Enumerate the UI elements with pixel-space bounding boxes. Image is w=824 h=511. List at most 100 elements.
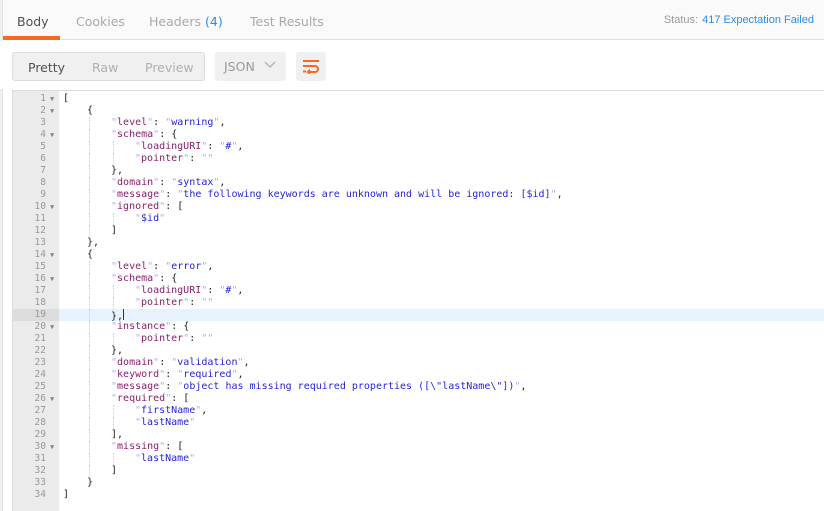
indent-guide bbox=[89, 273, 90, 285]
indent-guide bbox=[89, 453, 90, 465]
code-line: 30 ▼ "missing": [ bbox=[13, 441, 824, 453]
json-key: pointer bbox=[141, 333, 184, 344]
json-punctuation: , bbox=[237, 141, 244, 152]
fold-toggle-icon[interactable]: ▼ bbox=[50, 321, 58, 333]
indent-guide bbox=[89, 297, 90, 309]
tab-headers[interactable]: Headers (4) bbox=[149, 14, 223, 29]
tab-test-results-label: Test Results bbox=[250, 14, 324, 29]
fold-toggle-icon[interactable]: ▼ bbox=[50, 273, 58, 285]
indent-guide bbox=[89, 213, 90, 225]
code-text: "schema": { bbox=[111, 273, 177, 285]
headers-count-badge: (4) bbox=[205, 14, 223, 29]
tab-body[interactable]: Body bbox=[17, 14, 49, 29]
json-string: syntax bbox=[177, 177, 214, 188]
indent-guide bbox=[89, 129, 90, 141]
json-punctuation: }, bbox=[111, 165, 124, 176]
line-number: 18 bbox=[34, 297, 46, 308]
code-line: 6 "pointer": "" bbox=[13, 153, 824, 165]
active-tab-indicator bbox=[3, 36, 60, 40]
code-text: "message": "object has missing required … bbox=[111, 381, 527, 393]
code-text: "instance": { bbox=[111, 321, 189, 333]
indent-guide bbox=[113, 453, 114, 465]
format-select[interactable]: JSON bbox=[215, 52, 286, 81]
code-line: 21 "pointer": "" bbox=[13, 333, 824, 345]
line-number: 22 bbox=[34, 345, 46, 356]
fold-toggle-icon[interactable]: ▼ bbox=[50, 441, 58, 453]
quote-mark: " bbox=[159, 213, 166, 224]
line-number: 23 bbox=[34, 357, 46, 368]
json-punctuation: : { bbox=[171, 321, 190, 332]
json-punctuation: : bbox=[189, 333, 202, 344]
code-text: "level": "warning", bbox=[111, 117, 225, 129]
code-line: 17 "loadingURI": "#", bbox=[13, 285, 824, 297]
code-text: "$id" bbox=[135, 213, 165, 225]
code-line: 25 "message": "object has missing require… bbox=[13, 381, 824, 393]
indent-guide bbox=[89, 177, 90, 189]
line-number: 7 bbox=[40, 165, 46, 176]
tab-cookies[interactable]: Cookies bbox=[76, 14, 125, 29]
json-key: instance bbox=[117, 321, 166, 332]
indent-guide bbox=[113, 153, 114, 165]
json-punctuation: , bbox=[243, 357, 250, 368]
code-line: 19}, bbox=[13, 309, 824, 322]
json-string: $id bbox=[141, 213, 160, 224]
quote-mark: " bbox=[189, 417, 196, 428]
code-line: 27 "firstName", bbox=[13, 405, 824, 417]
json-string: validation bbox=[177, 357, 238, 368]
json-string: lastName bbox=[141, 453, 190, 464]
json-punctuation: , bbox=[237, 369, 244, 380]
json-key: schema bbox=[117, 273, 154, 284]
view-mode-pretty[interactable]: Pretty bbox=[28, 60, 65, 75]
json-punctuation: , bbox=[556, 189, 563, 200]
indent-guide bbox=[89, 381, 90, 393]
json-punctuation: : bbox=[165, 369, 178, 380]
json-key: missing bbox=[117, 441, 160, 452]
fold-toggle-icon[interactable]: ▼ bbox=[50, 393, 58, 405]
body-toolbar: Pretty Raw Preview JSON bbox=[0, 41, 824, 89]
code-text: ] bbox=[111, 465, 117, 477]
indent-guide bbox=[89, 441, 90, 453]
response-tabs: Body Cookies Headers (4) Test Results St… bbox=[3, 0, 824, 40]
fold-toggle-icon[interactable]: ▼ bbox=[50, 93, 58, 105]
wrap-lines-button[interactable] bbox=[296, 52, 326, 81]
indent-guide bbox=[89, 405, 90, 417]
json-string: firstName bbox=[141, 405, 196, 416]
fold-toggle-icon[interactable]: ▼ bbox=[50, 129, 58, 141]
indent-guide bbox=[89, 465, 90, 477]
code-line: 34] bbox=[13, 489, 824, 501]
json-punctuation: , bbox=[219, 117, 226, 128]
indent-guide bbox=[113, 417, 114, 429]
json-punctuation: : [ bbox=[165, 201, 184, 212]
json-key: pointer bbox=[141, 153, 184, 164]
fold-toggle-icon[interactable]: ▼ bbox=[50, 201, 58, 213]
code-line: 18 "pointer": "" bbox=[13, 297, 824, 309]
line-number: 28 bbox=[34, 417, 46, 428]
chevron-down-icon bbox=[264, 61, 276, 69]
json-punctuation: , bbox=[207, 261, 214, 272]
code-text: "domain": "syntax", bbox=[111, 177, 225, 189]
code-text: ], bbox=[111, 429, 123, 441]
code-line: 7}, bbox=[13, 165, 824, 177]
json-string: the following keywords are unknown and w… bbox=[183, 189, 551, 200]
indent-guide bbox=[113, 141, 114, 153]
code-text: { bbox=[87, 249, 93, 261]
json-punctuation: : bbox=[153, 261, 166, 272]
json-key: required bbox=[117, 393, 166, 404]
code-line: 16 ▼ "schema": { bbox=[13, 273, 824, 285]
response-body-editor[interactable]: 1 ▼[2 ▼{3 "level": "warning", 4 ▼ "schema": {5… bbox=[12, 90, 824, 511]
code-line: 12] bbox=[13, 225, 824, 237]
fold-toggle-icon[interactable]: ▼ bbox=[50, 105, 58, 117]
indent-guide bbox=[89, 201, 90, 213]
code-text: [ bbox=[63, 93, 69, 105]
json-key: domain bbox=[117, 357, 154, 368]
fold-toggle-icon[interactable]: ▼ bbox=[50, 249, 58, 261]
code-text: "pointer": "" bbox=[135, 333, 213, 345]
tab-test-results[interactable]: Test Results bbox=[250, 14, 324, 29]
line-number: 12 bbox=[34, 225, 46, 236]
line-number: 27 bbox=[34, 405, 46, 416]
json-punctuation: }, bbox=[87, 237, 100, 248]
indent-guide bbox=[89, 369, 90, 381]
view-mode-preview[interactable]: Preview bbox=[145, 60, 194, 75]
code-line: 14 ▼{ bbox=[13, 249, 824, 261]
view-mode-raw[interactable]: Raw bbox=[92, 60, 118, 75]
